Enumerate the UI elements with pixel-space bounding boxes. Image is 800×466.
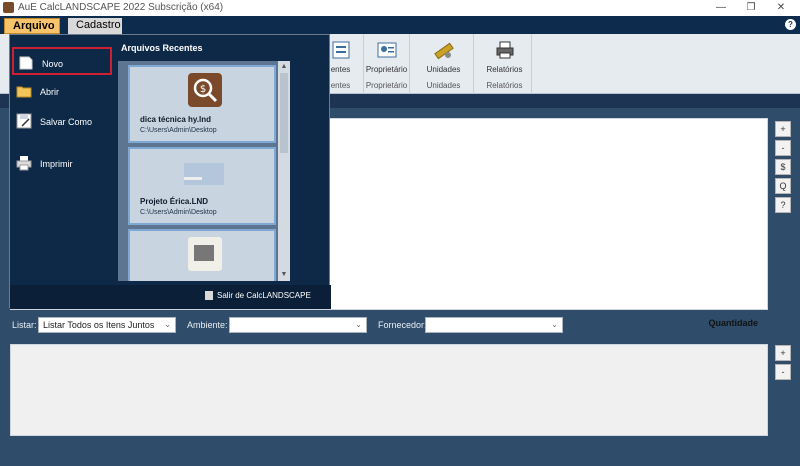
help-icon[interactable]: ? [785, 19, 796, 30]
scroll-up-icon[interactable]: ▲ [279, 62, 289, 72]
new-document-icon [19, 56, 33, 70]
folder-icon [16, 86, 32, 98]
svg-text:$: $ [200, 84, 206, 95]
scroll-down-icon[interactable]: ▼ [279, 270, 289, 280]
title-bar: AuE CalcLANDSCAPE 2022 Subscrição (x64) … [0, 0, 800, 16]
imprimir-button[interactable]: Imprimir [12, 149, 112, 177]
contact-card-icon [377, 42, 396, 58]
imprimir-label: Imprimir [40, 159, 73, 169]
fornecedor-label: Fornecedor: [378, 320, 427, 330]
abrir-button[interactable]: Abrir [12, 77, 112, 105]
recent-file-path: C:\Users\Admin\Desktop [140, 127, 217, 134]
help-button[interactable]: ? [775, 197, 791, 213]
listar-label: Listar: [12, 320, 37, 330]
remove-detail-button[interactable]: - [775, 364, 791, 380]
list-icon [332, 41, 349, 59]
file-menu-commands: Novo Abrir Salvar Como Imprimir [10, 35, 117, 285]
recent-files-list: $ dica técnica hy.lnd C:\Users\Admin\Des… [118, 61, 290, 281]
recent-file-card[interactable]: Projeto Érica.LND C:\Users\Admin\Desktop [128, 147, 276, 225]
ribbon-tabs: Arquivo Cadastro ? [0, 16, 800, 34]
ribbon-group-label-relatorios: Relatórios [486, 81, 523, 90]
ribbon-label-proprietario: Proprietário [365, 65, 408, 74]
ribbon-group-unidades[interactable]: Unidades Unidades [414, 34, 474, 94]
printer-icon [496, 41, 513, 59]
tab-arquivo[interactable]: Arquivo [4, 18, 60, 34]
ambiente-label: Ambiente: [187, 320, 228, 330]
listar-select[interactable]: Listar Todos os Itens Juntos ⌄ [38, 317, 176, 333]
file-menu-footer: Salir de CalcLANDSCAPE [10, 285, 331, 309]
file-menu-backstage: Novo Abrir Salvar Como Imprimir Arquivos… [9, 34, 331, 309]
recent-file-card[interactable]: $ dica técnica hy.lnd C:\Users\Admin\Des… [128, 65, 276, 143]
file-thumbnail-icon [184, 163, 224, 185]
restore-button[interactable]: ❐ [736, 0, 766, 16]
recent-files-scrollbar[interactable]: ▲ ▼ [278, 61, 290, 281]
chevron-down-icon: ⌄ [355, 320, 362, 329]
filter-bar: Listar: Listar Todos os Itens Juntos ⌄ A… [10, 314, 790, 336]
fornecedor-select[interactable]: ⌄ [425, 317, 563, 333]
scroll-thumb[interactable] [280, 73, 288, 153]
chevron-down-icon: ⌄ [551, 320, 558, 329]
details-panel[interactable] [10, 344, 768, 436]
minimize-button[interactable]: — [706, 0, 736, 16]
ribbon-label-relatorios: Relatórios [486, 65, 523, 74]
salvar-como-button[interactable]: Salvar Como [12, 107, 112, 135]
chevron-down-icon: ⌄ [164, 320, 171, 329]
quantity-button[interactable]: Q [775, 178, 791, 194]
exit-button[interactable]: Salir de CalcLANDSCAPE [205, 291, 311, 301]
window-title: AuE CalcLANDSCAPE 2022 Subscrição (x64) [18, 2, 224, 13]
ruler-icon [433, 42, 454, 60]
exit-label: Salir de CalcLANDSCAPE [217, 291, 311, 300]
ambiente-select[interactable]: ⌄ [229, 317, 367, 333]
recent-files-title: Arquivos Recentes [121, 43, 203, 53]
novo-button[interactable]: Novo [12, 47, 112, 75]
ribbon-group-label-unidades: Unidades [426, 81, 461, 90]
novo-label: Novo [42, 59, 64, 69]
listar-select-value: Listar Todos os Itens Juntos [43, 320, 155, 330]
tab-cadastro[interactable]: Cadastro [68, 18, 122, 34]
abrir-label: Abrir [40, 87, 60, 97]
recent-file-card[interactable] [128, 229, 276, 281]
file-thumbnail-icon: $ [188, 73, 222, 107]
close-button[interactable]: ✕ [766, 0, 796, 16]
save-as-icon [16, 113, 32, 129]
recent-file-name: dica técnica hy.lnd [140, 115, 211, 124]
ribbon-group-proprietario[interactable]: Proprietário Proprietário [364, 34, 410, 94]
ribbon-label-unidades: Unidades [426, 65, 461, 74]
add-button[interactable]: + [775, 121, 791, 137]
recent-file-name: Projeto Érica.LND [140, 197, 209, 206]
salvar-como-label: Salvar Como [40, 117, 93, 127]
recent-file-path: C:\Users\Admin\Desktop [140, 209, 217, 216]
file-thumbnail-icon [188, 237, 222, 271]
app-icon [3, 2, 14, 13]
ribbon-group-relatorios[interactable]: Relatórios Relatórios [478, 34, 532, 94]
quantidade-label: Quantidade [708, 318, 758, 328]
add-detail-button[interactable]: + [775, 345, 791, 361]
remove-button[interactable]: - [775, 140, 791, 156]
ribbon-group-label-proprietario: Proprietário [365, 81, 408, 90]
printer-icon [16, 156, 32, 171]
exit-icon [205, 291, 213, 301]
price-button[interactable]: $ [775, 159, 791, 175]
